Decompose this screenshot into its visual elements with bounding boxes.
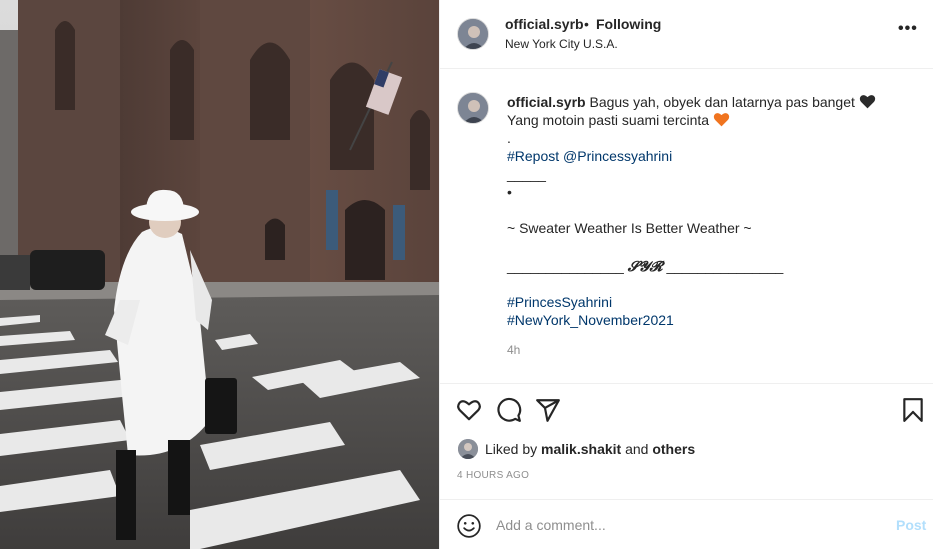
comments-section: official.syrb Bagus yah, obyek dan latar… bbox=[440, 70, 933, 382]
repost-mention-link[interactable]: @Princessyahrini bbox=[563, 148, 672, 164]
caption-line-6: • bbox=[507, 184, 512, 200]
emoji-button[interactable] bbox=[456, 513, 482, 539]
more-options-icon[interactable]: ••• bbox=[898, 20, 918, 38]
caption-line-5: _____ bbox=[507, 166, 546, 182]
caption-syr-right: _______________ bbox=[666, 258, 784, 274]
hashtag-link[interactable]: #NewYork_November2021 bbox=[507, 312, 674, 328]
author-username-link[interactable]: official.syrb bbox=[505, 16, 584, 32]
location-link[interactable]: New York City U.S.A. bbox=[505, 37, 618, 51]
author-avatar[interactable] bbox=[457, 18, 489, 50]
caption-line-8: ~ Sweater Weather Is Better Weather ~ bbox=[507, 220, 752, 236]
repost-hashtag-link[interactable]: #Repost bbox=[507, 148, 559, 164]
avatar-image bbox=[458, 439, 478, 459]
share-button[interactable] bbox=[535, 397, 561, 423]
caption-author-avatar[interactable] bbox=[457, 92, 489, 124]
like-button[interactable] bbox=[456, 397, 482, 423]
separator-dot: • bbox=[584, 16, 589, 32]
paper-plane-icon bbox=[536, 399, 560, 422]
caption-syr-signature: 𝓢𝓨𝓡 bbox=[627, 259, 663, 275]
bookmark-icon bbox=[903, 398, 923, 422]
caption-timestamp[interactable]: 4h bbox=[507, 343, 520, 357]
post-timestamp[interactable]: 4 HOURS AGO bbox=[457, 470, 529, 481]
avatar-image bbox=[458, 93, 488, 123]
black-heart-emoji-icon bbox=[859, 94, 876, 109]
street-photo-image bbox=[0, 0, 439, 549]
caption-line-2: Yang motoin pasti suami tercinta bbox=[507, 112, 710, 128]
smiley-icon bbox=[457, 514, 481, 538]
liked-by-user-link[interactable]: malik.shakit bbox=[541, 441, 621, 457]
comment-bubble-icon bbox=[497, 397, 522, 422]
heart-outline-icon bbox=[457, 400, 481, 421]
post-photo[interactable] bbox=[0, 0, 439, 549]
liked-by-prefix: Liked by bbox=[485, 441, 538, 457]
add-comment-bar: Post bbox=[440, 499, 933, 549]
post-header: official.syrb • Following New York City … bbox=[440, 0, 933, 69]
caption-line-3: . bbox=[507, 130, 511, 146]
liked-by-text: Liked by malik.shakit and others bbox=[485, 441, 695, 457]
post-detail-panel: official.syrb • Following New York City … bbox=[439, 0, 933, 549]
liked-by-others-link[interactable]: others bbox=[652, 441, 695, 457]
comment-button[interactable] bbox=[496, 397, 522, 423]
orange-heart-emoji-icon bbox=[713, 112, 730, 127]
following-button[interactable]: Following bbox=[596, 16, 661, 32]
post-actions: Liked by malik.shakit and others 4 HOURS… bbox=[440, 383, 933, 503]
hashtag-link[interactable]: #PrincesSyahrini bbox=[507, 294, 612, 310]
caption-username-link[interactable]: official.syrb bbox=[507, 94, 586, 110]
caption-line-1: Bagus yah, obyek dan latarnya pas banget bbox=[589, 94, 855, 110]
avatar-image bbox=[458, 19, 488, 49]
post-caption: official.syrb Bagus yah, obyek dan latar… bbox=[507, 93, 917, 329]
save-button[interactable] bbox=[900, 397, 926, 423]
liked-by-conjunction: and bbox=[625, 441, 649, 457]
post-comment-button[interactable]: Post bbox=[896, 517, 926, 533]
comment-input[interactable] bbox=[496, 513, 876, 537]
caption-syr-left: _______________ bbox=[507, 258, 624, 274]
liked-by-avatar[interactable] bbox=[458, 439, 478, 459]
